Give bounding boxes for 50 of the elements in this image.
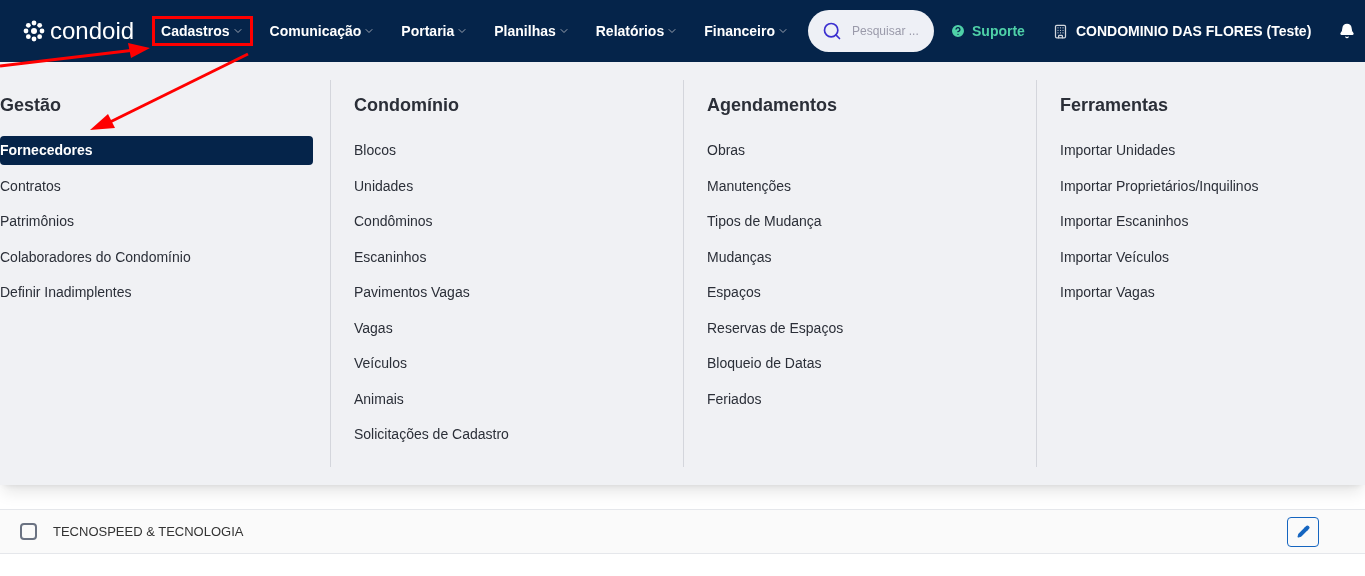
menu-item[interactable]: Reservas de Espaços bbox=[707, 313, 1019, 343]
search-field[interactable]: Pesquisar ... bbox=[808, 10, 934, 52]
menu-item[interactable]: Importar Veículos bbox=[1060, 242, 1348, 272]
column-title: Gestão bbox=[0, 94, 63, 117]
nav-menu[interactable]: Planilhas bbox=[485, 16, 579, 46]
menu-item[interactable]: Patrimônios bbox=[0, 207, 313, 236]
search-icon bbox=[822, 21, 842, 41]
nav-menu[interactable]: Financeiro bbox=[695, 16, 798, 46]
menu-item[interactable]: Importar Unidades bbox=[1060, 136, 1348, 165]
menu-item[interactable]: Vagas bbox=[354, 313, 666, 343]
menu-item[interactable]: Importar Proprietários/Inquilinos bbox=[1060, 171, 1348, 201]
menu-item[interactable]: Definir Inadimplentes bbox=[0, 278, 313, 307]
menu-item[interactable]: Tipos de Mudança bbox=[707, 207, 1019, 236]
column-title: Agendamentos bbox=[707, 94, 839, 117]
menu-item[interactable]: Contratos bbox=[0, 171, 313, 201]
logo-text: condoid bbox=[50, 19, 135, 43]
row-checkbox[interactable] bbox=[20, 523, 37, 540]
menu-item[interactable]: Manutenções bbox=[707, 171, 1019, 201]
menu-item[interactable]: Blocos bbox=[354, 136, 666, 165]
nav-menu[interactable]: Portaria bbox=[392, 16, 478, 46]
column-title: Condomínio bbox=[354, 94, 460, 117]
menu-item[interactable]: Unidades bbox=[354, 171, 666, 201]
nav-menu[interactable]: Cadastros bbox=[152, 16, 253, 46]
menu-item[interactable]: Espaços bbox=[707, 278, 1019, 307]
table-cell-text: TECNOSPEED & TECNOLOGIA bbox=[53, 522, 244, 541]
notification-icon[interactable] bbox=[1339, 23, 1356, 39]
menu-item[interactable]: Condôminos bbox=[354, 207, 666, 236]
menu-item[interactable]: Colaboradores do Condomínio bbox=[0, 242, 313, 272]
condominium-name[interactable]: CONDOMINIO DAS FLORES (Teste) bbox=[1075, 20, 1312, 42]
menu-item[interactable]: Importar Escaninhos bbox=[1060, 207, 1348, 236]
menu-item[interactable]: Animais bbox=[354, 384, 666, 414]
menu-item[interactable]: Fornecedores bbox=[0, 136, 313, 165]
help-icon bbox=[950, 23, 966, 39]
edit-button[interactable] bbox=[1287, 516, 1319, 547]
menu-item[interactable]: Mudanças bbox=[707, 242, 1019, 272]
menu-item[interactable]: Obras bbox=[707, 136, 1019, 165]
edit-icon bbox=[1296, 525, 1310, 538]
menu-item[interactable]: Escaninhos bbox=[354, 242, 666, 272]
nav-menu[interactable]: Comunicação bbox=[260, 16, 385, 46]
menu-item[interactable]: Solicitações de Cadastro bbox=[354, 420, 666, 449]
logo-icon bbox=[22, 19, 46, 43]
menu-item[interactable]: Pavimentos Vagas bbox=[354, 278, 666, 307]
support-link[interactable]: Suporte bbox=[972, 20, 1025, 42]
nav-menu[interactable]: Relatórios bbox=[586, 16, 688, 46]
column-title: Ferramentas bbox=[1060, 94, 1170, 117]
building-icon bbox=[1052, 23, 1068, 39]
menu-item[interactable]: Veículos bbox=[354, 349, 666, 378]
menu-item[interactable]: Feriados bbox=[707, 384, 1019, 414]
menu-item[interactable]: Importar Vagas bbox=[1060, 278, 1348, 307]
menu-item[interactable]: Bloqueio de Datas bbox=[707, 349, 1019, 378]
